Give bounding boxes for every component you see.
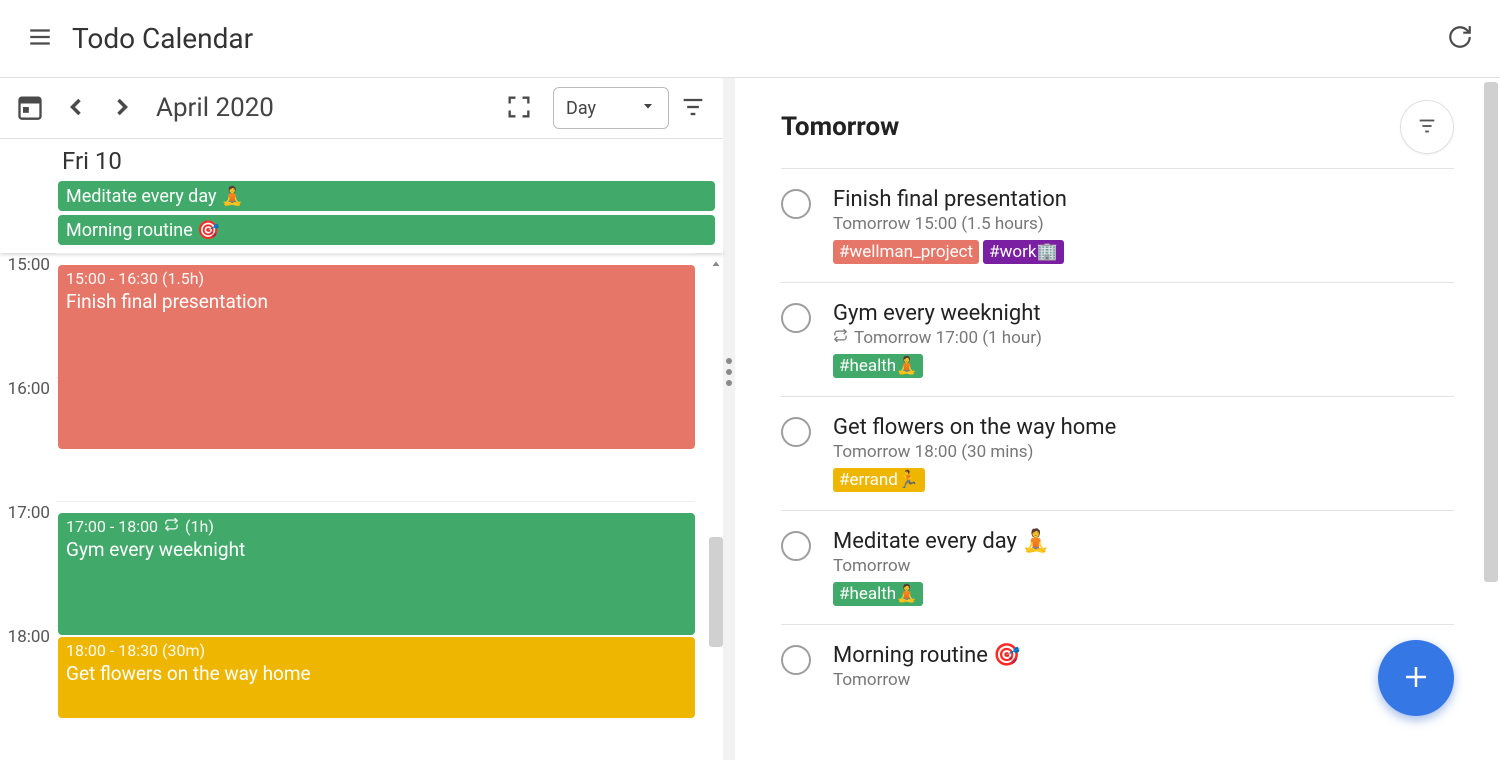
time-label: 16:00 [0, 377, 56, 501]
calendar-today-icon [16, 93, 44, 124]
calendar-time-grid[interactable]: 15:0016:0017:0018:00 15:00 - 16:30 (1.5h… [0, 253, 723, 760]
menu-button[interactable] [18, 17, 62, 61]
allday-event[interactable]: Meditate every day 🧘 [58, 181, 715, 211]
calendar-day-header: Fri 10 [56, 139, 723, 179]
event-title: Finish final presentation [66, 290, 687, 313]
task-item[interactable]: Gym every weeknightTomorrow 17:00 (1 hou… [781, 282, 1454, 396]
task-checkbox[interactable] [781, 417, 811, 447]
task-title: Get flowers on the way home [833, 415, 1454, 440]
task-tag[interactable]: #health🧘 [833, 582, 923, 606]
calendar-allday-area: Meditate every day 🧘 Morning routine 🎯 [0, 179, 723, 249]
allday-event[interactable]: Morning routine 🎯 [58, 215, 715, 245]
view-select[interactable]: Day [553, 87, 669, 129]
task-tag[interactable]: #wellman_project [833, 240, 979, 264]
repeat-icon [833, 328, 848, 348]
calendar-toolbar: April 2020 Day [0, 78, 723, 138]
task-tags: #wellman_project#work🏢 [833, 240, 1454, 264]
event-title: Meditate every day 🧘 [66, 186, 243, 207]
app-title: Todo Calendar [72, 22, 253, 55]
view-select-label: Day [566, 98, 596, 119]
event-time: 15:00 - 16:30 (1.5h) [66, 269, 204, 288]
task-tags: #health🧘 [833, 354, 1454, 378]
filter-icon [1416, 115, 1438, 140]
event-duration: (1h) [185, 517, 214, 536]
task-tag[interactable]: #errand🏃 [833, 468, 925, 492]
task-when: Tomorrow [833, 670, 1454, 690]
time-label: 15:00 [0, 253, 56, 377]
task-checkbox[interactable] [781, 531, 811, 561]
repeat-icon [164, 517, 179, 536]
task-tag[interactable]: #work🏢 [983, 240, 1063, 264]
event-title: Gym every weeknight [66, 538, 687, 561]
todo-filter-button[interactable] [1400, 100, 1454, 154]
calendar-day-header-row: Fri 10 [0, 138, 723, 179]
calendar-scrollbar-thumb[interactable] [709, 537, 723, 647]
task-checkbox[interactable] [781, 189, 811, 219]
hamburger-icon [27, 24, 53, 53]
app-bar: Todo Calendar [0, 0, 1500, 78]
task-tags: #health🧘 [833, 582, 1454, 606]
task-when: Tomorrow 17:00 (1 hour) [833, 328, 1454, 348]
time-event[interactable]: 15:00 - 16:30 (1.5h) Finish final present… [58, 265, 695, 449]
todo-pane: Tomorrow Finish final presentationTomorr… [735, 78, 1500, 760]
task-when: Tomorrow [833, 556, 1454, 576]
scroll-up-icon[interactable] [710, 255, 722, 274]
chevron-down-icon [640, 98, 656, 119]
prev-button[interactable] [54, 86, 98, 130]
task-checkbox[interactable] [781, 645, 811, 675]
task-item[interactable]: Morning routine 🎯Tomorrow [781, 624, 1454, 714]
task-when: Tomorrow 15:00 (1.5 hours) [833, 214, 1454, 234]
month-label: April 2020 [156, 93, 274, 123]
time-event[interactable]: 17:00 - 18:00 (1h) Gym every weeknight [58, 513, 695, 635]
plus-icon [1401, 662, 1431, 695]
task-title: Morning routine 🎯 [833, 643, 1454, 668]
task-tag[interactable]: #health🧘 [833, 354, 923, 378]
task-title: Meditate every day 🧘 [833, 529, 1454, 554]
time-label: 18:00 [0, 625, 56, 749]
time-event[interactable]: 18:00 - 18:30 (30m) Get flowers on the wa… [58, 637, 695, 718]
todo-header: Tomorrow [781, 112, 899, 142]
task-item[interactable]: Finish final presentationTomorrow 15:00 … [781, 168, 1454, 282]
task-title: Gym every weeknight [833, 301, 1454, 326]
time-label: 17:00 [0, 501, 56, 625]
refresh-icon [1447, 24, 1473, 53]
task-tags: #errand🏃 [833, 468, 1454, 492]
chevron-right-icon [108, 93, 136, 124]
fullscreen-button[interactable] [497, 86, 541, 130]
event-time: 17:00 - 18:00 [66, 517, 158, 536]
today-button[interactable] [8, 86, 52, 130]
event-title: Morning routine 🎯 [66, 220, 220, 241]
todo-scrollbar[interactable] [1484, 78, 1498, 760]
calendar-filter-button[interactable] [671, 86, 715, 130]
pane-resize-handle[interactable] [726, 358, 732, 386]
fullscreen-icon [505, 93, 533, 124]
filter-icon [679, 93, 707, 124]
add-task-fab[interactable] [1378, 640, 1454, 716]
chevron-left-icon [62, 93, 90, 124]
next-button[interactable] [100, 86, 144, 130]
event-title: Get flowers on the way home [66, 662, 687, 685]
task-item[interactable]: Meditate every day 🧘Tomorrow #health🧘 [781, 510, 1454, 624]
todo-scrollbar-thumb[interactable] [1484, 82, 1498, 582]
task-when: Tomorrow 18:00 (30 mins) [833, 442, 1454, 462]
task-title: Finish final presentation [833, 187, 1454, 212]
task-item[interactable]: Get flowers on the way homeTomorrow 18:0… [781, 396, 1454, 510]
todo-list: Finish final presentationTomorrow 15:00 … [781, 168, 1454, 714]
calendar-pane: April 2020 Day Fri 10 [0, 78, 735, 760]
refresh-button[interactable] [1438, 17, 1482, 61]
task-checkbox[interactable] [781, 303, 811, 333]
event-time: 18:00 - 18:30 (30m) [66, 641, 205, 660]
